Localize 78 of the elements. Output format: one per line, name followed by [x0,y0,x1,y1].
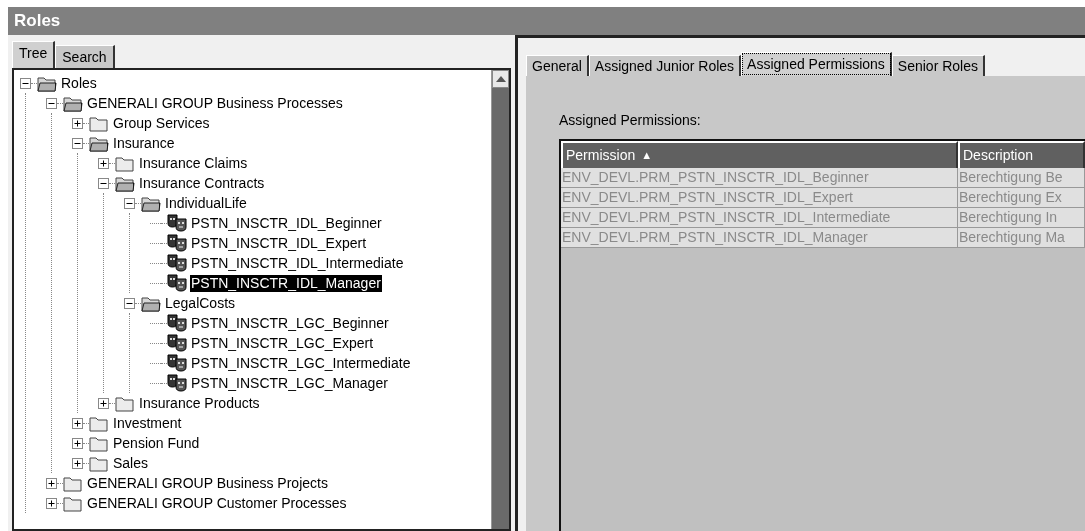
expand-icon[interactable] [72,437,83,449]
tree-item[interactable]: PSTN_INSCTR_LGC_Manager [190,374,389,392]
open-folder-icon [37,74,57,92]
tab[interactable]: General [526,55,589,76]
tab[interactable]: Assigned Permissions [741,52,892,76]
table-cell: Berechtigung Ma [958,228,1085,247]
folder-icon [115,394,135,412]
masks-icon [167,234,187,252]
collapse-icon[interactable] [98,177,109,189]
expand-icon[interactable] [72,417,83,429]
section-label: Assigned Permissions: [559,111,702,130]
expand-icon[interactable] [72,457,83,469]
expand-icon[interactable] [72,117,83,129]
tab[interactable]: Assigned Junior Roles [588,55,742,76]
tree-item[interactable]: PSTN_INSCTR_LGC_Beginner [190,314,390,332]
tree-item[interactable]: Insurance Contracts [138,174,266,192]
folder-icon [89,454,109,472]
tree-item[interactable]: IndividualLife [164,194,248,212]
up-arrow-icon [495,76,506,82]
table-cell: ENV_DEVL.PRM_PSTN_INSCTR_IDL_Manager [561,228,958,247]
scrollbar[interactable] [491,70,509,529]
masks-icon [167,314,187,332]
folder-icon [89,434,109,452]
open-folder-icon [63,94,83,112]
window-title: Roles [8,7,1085,35]
tree-item[interactable]: Insurance [112,134,176,152]
tree-item[interactable]: Roles [60,74,98,92]
open-folder-icon [141,194,161,212]
masks-icon [167,254,187,272]
folder-icon [115,154,135,172]
tree-item[interactable]: Group Services [112,114,211,132]
masks-icon [167,354,187,372]
masks-icon [167,374,187,392]
masks-icon [167,274,187,292]
tree-item[interactable]: GENERALI GROUP Customer Processes [86,494,348,512]
expand-icon[interactable] [98,157,109,169]
tree-item[interactable]: GENERALI GROUP Business Processes [86,94,344,112]
tab[interactable]: Tree [12,41,56,68]
collapse-icon[interactable] [124,297,135,309]
tab[interactable]: Search [55,45,115,68]
tree-item[interactable]: PSTN_INSCTR_IDL_Intermediate [190,254,405,272]
folder-icon [63,474,83,492]
tree-item[interactable]: Insurance Claims [138,154,249,172]
folder-icon [89,114,109,132]
open-folder-icon [89,134,109,152]
tree-item[interactable]: LegalCosts [164,294,237,312]
masks-icon [167,214,187,232]
open-folder-icon [141,294,161,312]
expand-icon[interactable] [46,477,57,489]
sort-indicator: ▲ [641,148,653,164]
table-cell: ENV_DEVL.PRM_PSTN_INSCTR_IDL_Expert [561,188,958,207]
table-cell: ENV_DEVL.PRM_PSTN_INSCTR_IDL_Beginner [561,168,958,187]
folder-icon [63,494,83,512]
table-cell: Berechtigung Be [958,168,1085,187]
tree-item[interactable]: Sales [112,454,150,472]
masks-icon [167,334,187,352]
collapse-icon[interactable] [46,97,57,109]
table-cell: Berechtigung Ex [958,188,1085,207]
open-folder-icon [115,174,135,192]
tree-item[interactable]: Pension Fund [112,434,201,452]
folder-icon [89,414,109,432]
expand-icon[interactable] [46,497,57,509]
tree-item[interactable]: PSTN_INSCTR_IDL_Beginner [190,214,383,232]
collapse-icon[interactable] [20,77,31,89]
tree-item[interactable]: PSTN_INSCTR_IDL_Manager [190,274,382,292]
collapse-icon[interactable] [72,137,83,149]
collapse-icon[interactable] [124,197,135,209]
tree-item[interactable]: PSTN_INSCTR_LGC_Expert [190,334,375,352]
table-cell: Berechtigung In [958,208,1085,227]
tree-item[interactable]: GENERALI GROUP Business Projects [86,474,329,492]
tree-item[interactable]: Insurance Products [138,394,261,412]
table-cell: ENV_DEVL.PRM_PSTN_INSCTR_IDL_Intermediate [561,208,958,227]
tree-item[interactable]: PSTN_INSCTR_IDL_Expert [190,234,368,252]
scroll-up-button[interactable] [492,70,509,88]
expand-icon[interactable] [98,397,109,409]
tree-item[interactable]: Investment [112,414,183,432]
tab[interactable]: Senior Roles [891,55,985,76]
tree-item[interactable]: PSTN_INSCTR_LGC_Intermediate [190,354,412,372]
